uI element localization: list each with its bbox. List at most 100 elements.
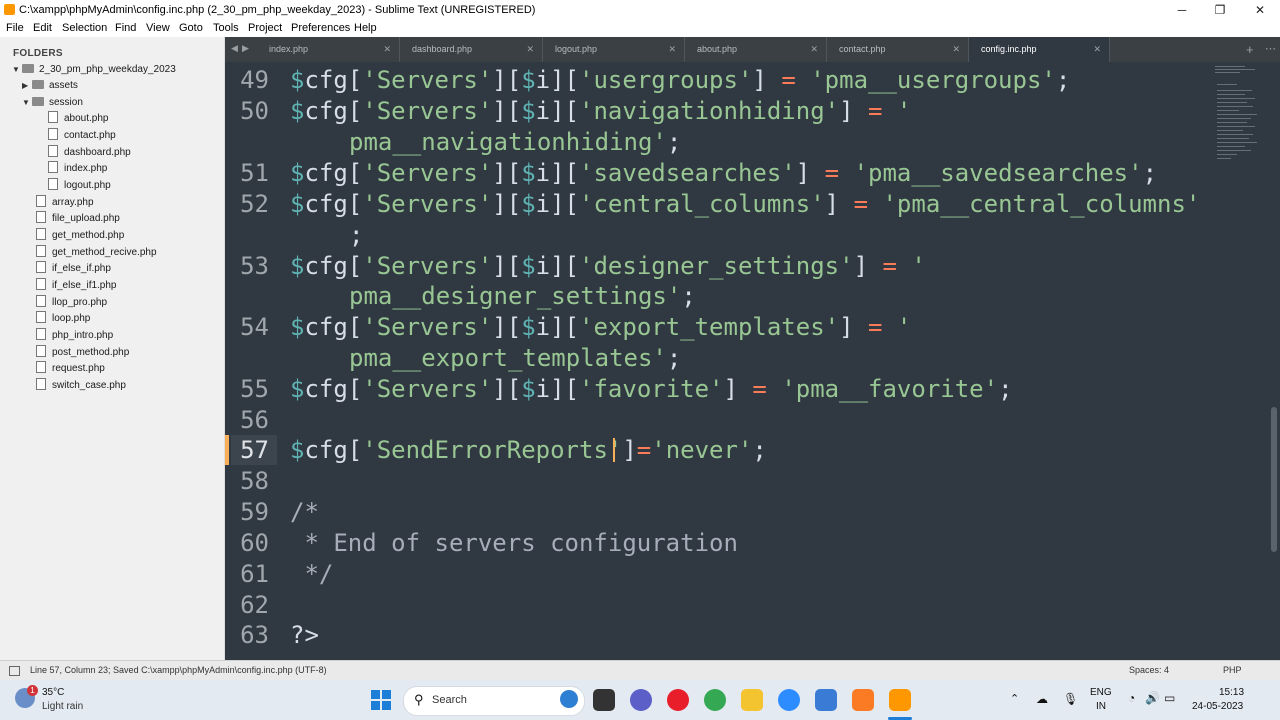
chevron-up-icon[interactable]: ⌃ [1010,692,1019,705]
chevron-down-icon: ▼ [22,98,30,107]
menu-preferences[interactable]: Preferences [291,22,350,34]
minimap[interactable] [1215,64,1270,184]
sublime-text-taskbar-icon[interactable] [889,689,911,711]
clock-time[interactable]: 15:13 [1219,687,1244,698]
weather-temperature[interactable]: 35°C [42,687,64,698]
code-line: */ [290,560,334,588]
chevron-right-icon: ▶ [22,81,29,90]
file-icon [36,378,46,390]
file-icon [36,228,46,240]
onedrive-icon[interactable]: ☁ [1036,692,1048,706]
menu-edit[interactable]: Edit [33,22,52,34]
menu-selection[interactable]: Selection [62,22,107,34]
zoom-icon[interactable] [778,689,800,711]
menu-file[interactable]: File [6,22,24,34]
code-line: $cfg['Servers'][$i]['usergroups'] = 'pma… [290,66,1071,94]
tab-contact-php[interactable]: contact.php ✕ [827,37,969,62]
indentation-setting[interactable]: Spaces: 4 [1129,665,1169,675]
code-line: pma__export_templates'; [349,344,682,372]
menu-project[interactable]: Project [248,22,282,34]
opera-icon[interactable] [667,689,689,711]
tree-file[interactable]: array.php [36,195,94,211]
tree-file[interactable]: llop_pro.php [36,295,107,311]
task-view-icon[interactable] [593,689,615,711]
weather-description[interactable]: Light rain [42,701,83,712]
tree-file[interactable]: php_intro.php [36,328,113,344]
wifi-icon[interactable]: ◔ [1128,691,1135,705]
weather-alert-badge: 1 [27,685,38,696]
tab-close-icon[interactable]: ✕ [526,37,534,62]
code-line: $cfg['SendErrorReports']='never'; [290,436,767,464]
file-icon [36,278,46,290]
code-line: pma__navigationhiding'; [349,128,682,156]
tree-file[interactable]: get_method_recive.php [36,245,157,261]
tab-index-php[interactable]: index.php ✕ [257,37,400,62]
tree-folder-session[interactable]: ▼ session [22,95,83,111]
tab-close-icon[interactable]: ✕ [383,37,391,62]
file-icon [36,211,46,223]
tab-close-icon[interactable]: ✕ [952,37,960,62]
tree-file[interactable]: get_method.php [36,228,124,244]
tab-bar: ◀ ▶ index.php ✕ dashboard.php ✕ logout.php… [225,37,1280,62]
tab-config-inc-php[interactable]: config.inc.php ✕ [969,37,1110,62]
window-title: C:\xampp\phpMyAdmin\config.inc.php (2_30… [19,4,536,16]
chrome-icon[interactable] [704,689,726,711]
file-icon [36,245,46,257]
line-number: 60 [240,529,269,557]
file-explorer-icon[interactable] [741,689,763,711]
microphone-icon[interactable]: 🎙 [1063,692,1078,706]
taskbar-search-box[interactable]: ⚲ Search [403,686,585,716]
vertical-scrollbar-thumb[interactable] [1271,407,1277,552]
line-number: 55 [240,375,269,403]
menu-help[interactable]: Help [354,22,377,34]
tab-about-php[interactable]: about.php ✕ [685,37,827,62]
code-line: ?> [290,621,319,649]
tree-file[interactable]: logout.php [48,178,111,194]
panel-toggle-icon[interactable] [9,666,20,676]
clock-date[interactable]: 24-05-2023 [1192,701,1243,712]
tree-file[interactable]: dashboard.php [48,145,131,161]
new-tab-icon[interactable]: + [1246,42,1254,57]
tree-file[interactable]: loop.php [36,311,90,327]
menu-find[interactable]: Find [115,22,136,34]
notepad-icon[interactable] [815,689,837,711]
xampp-icon[interactable] [852,689,874,711]
windows-start-icon[interactable] [370,689,392,711]
volume-icon[interactable]: 🔊 [1145,691,1160,705]
text-cursor [613,438,615,462]
tree-folder-assets[interactable]: ▶ assets [22,78,78,94]
tree-root-folder[interactable]: ▼ 2_30_pm_php_weekday_2023 [12,62,176,78]
tab-close-icon[interactable]: ✕ [810,37,818,62]
syntax-selector[interactable]: PHP [1223,665,1242,675]
maximize-button[interactable]: ❐ [1200,0,1240,20]
file-icon [36,295,46,307]
tree-file[interactable]: if_else_if1.php [36,278,117,294]
battery-icon[interactable]: ▭ [1164,691,1175,705]
menu-goto[interactable]: Goto [179,22,203,34]
tree-file[interactable]: file_upload.php [36,211,120,227]
code-editor[interactable]: 49 50 51 52 53 54 55 56 57 58 59 60 61 6… [225,62,1280,660]
tree-file[interactable]: request.php [36,361,105,377]
tab-dashboard-php[interactable]: dashboard.php ✕ [400,37,543,62]
teams-chat-icon[interactable] [630,689,652,711]
language-region[interactable]: IN [1096,701,1106,712]
file-icon [48,128,58,140]
tree-file[interactable]: about.php [48,111,109,127]
tree-file[interactable]: contact.php [48,128,116,144]
tree-file[interactable]: switch_case.php [36,378,126,394]
tab-close-icon[interactable]: ✕ [1093,37,1101,62]
tab-logout-php[interactable]: logout.php ✕ [543,37,685,62]
tree-file[interactable]: post_method.php [36,345,129,361]
close-button[interactable]: ✕ [1240,0,1280,20]
tab-close-icon[interactable]: ✕ [668,37,676,62]
status-message: Line 57, Column 23; Saved C:\xampp\phpMy… [30,665,327,675]
tree-file[interactable]: index.php [48,161,107,177]
menu-view[interactable]: View [146,22,170,34]
menu-tools[interactable]: Tools [213,22,239,34]
tree-file[interactable]: if_else_if.php [36,261,111,277]
minimize-button[interactable]: ─ [1162,0,1202,20]
tab-next-arrow-icon[interactable]: ▶ [242,43,249,54]
tab-prev-arrow-icon[interactable]: ◀ [231,43,238,54]
language-indicator[interactable]: ENG [1090,687,1112,698]
tab-overflow-icon[interactable]: ⋯ [1265,42,1276,55]
